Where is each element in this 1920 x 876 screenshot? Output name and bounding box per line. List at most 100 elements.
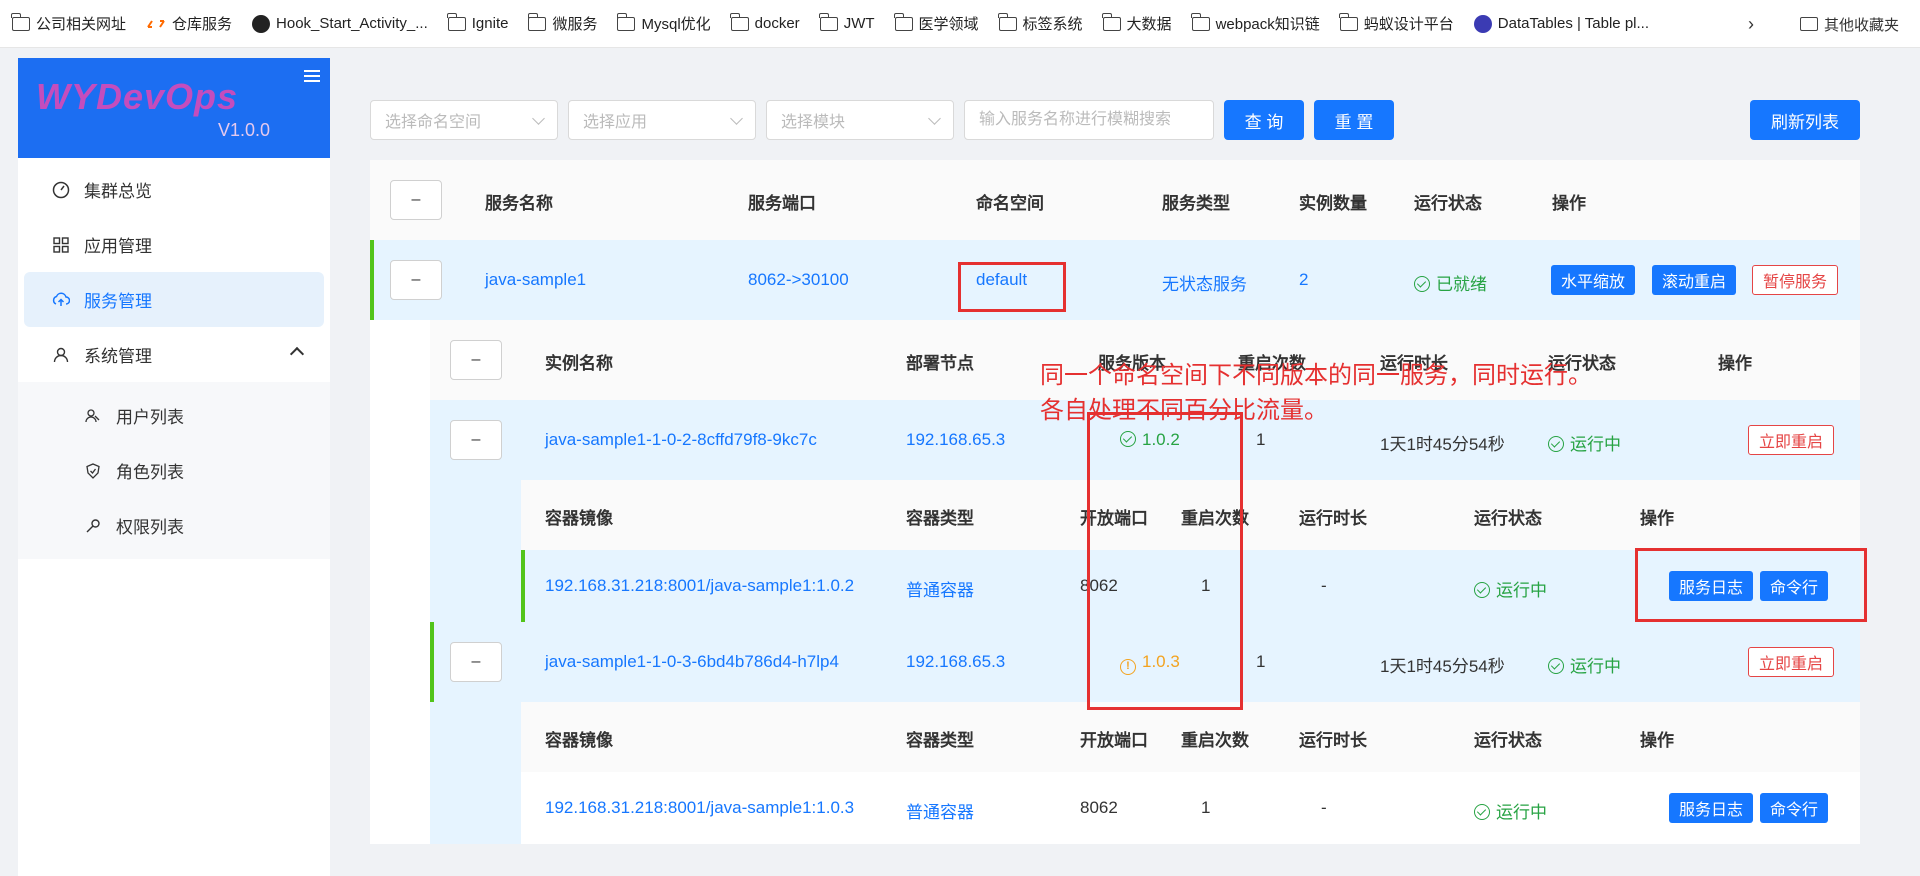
folder-icon <box>11 12 30 31</box>
col-container-status: 运行状态 <box>1474 731 1542 750</box>
col-container-type: 容器类型 <box>906 731 974 750</box>
container-image[interactable]: 192.168.31.218:8001/java-sample1:1.0.2 <box>545 576 854 596</box>
bookmark-company[interactable]: 公司相关网址 <box>11 12 126 34</box>
restart-now-button[interactable]: 立即重启 <box>1748 647 1835 677</box>
status-badge: 运行中 <box>1474 798 1547 823</box>
service-name[interactable]: java-sample1 <box>485 270 586 290</box>
sidebar-item-services[interactable]: 服务管理 <box>24 272 324 327</box>
sidebar-item-users[interactable]: 用户列表 <box>18 388 330 443</box>
table-row: 192.168.31.218:8001/java-sample1:1.0.3 普… <box>521 772 1860 844</box>
annotation-box-namespace <box>958 262 1066 312</box>
service-type: 无状态服务 <box>1162 275 1247 294</box>
sidebar-item-permissions[interactable]: 权限列表 <box>18 498 330 553</box>
instance-name[interactable]: java-sample1-1-0-3-6bd4b786d4-h7lp4 <box>545 652 839 672</box>
chevron-down-icon <box>730 112 743 125</box>
sidebar-item-cluster[interactable]: 集群总览 <box>18 162 330 217</box>
folder-icon <box>730 12 749 31</box>
col-service-port: 服务端口 <box>748 194 816 213</box>
app-select[interactable]: 选择应用 <box>568 100 756 140</box>
sidebar-menu: 集群总览 应用管理 服务管理 系统管理 <box>18 162 330 382</box>
service-instance-count: 2 <box>1299 270 1309 289</box>
check-circle-icon <box>1548 436 1564 452</box>
col-container-actions: 操作 <box>1640 731 1674 750</box>
logo: WYDevOps V1.0.0 <box>18 58 330 158</box>
sidebar-item-system[interactable]: 系统管理 <box>18 327 330 382</box>
col-service-name: 服务名称 <box>485 194 553 213</box>
collapse-service-button[interactable]: – <box>390 260 442 300</box>
bookmark-webpack[interactable]: webpack知识链 <box>1190 12 1320 34</box>
container-restarts: 1 <box>1201 798 1211 817</box>
bookmark-medical[interactable]: 医学领域 <box>893 12 979 34</box>
expand-instances-button[interactable]: – <box>450 340 502 380</box>
status-badge: 已就绪 <box>1414 270 1487 295</box>
bookmark-datatables[interactable]: DataTables | Table pl... <box>1473 14 1649 33</box>
logo-title: WYDevOps <box>36 76 239 117</box>
service-table-header: – 服务名称 服务端口 命名空间 服务类型 实例数量 运行状态 操作 <box>370 160 1860 240</box>
query-button[interactable]: 查 询 <box>1224 100 1304 140</box>
col-image: 容器镜像 <box>545 731 613 750</box>
shield-icon <box>84 462 102 480</box>
menu-collapse-icon[interactable] <box>304 70 320 84</box>
bookmark-docker[interactable]: docker <box>730 12 800 32</box>
col-container-type: 容器类型 <box>906 509 974 528</box>
expand-all-button[interactable]: – <box>390 180 442 220</box>
instance-node: 192.168.65.3 <box>906 430 1006 449</box>
instance-uptime: 1天1时45分54秒 <box>1380 657 1505 676</box>
folder-icon <box>447 12 466 31</box>
row-highlight-bar <box>430 622 434 702</box>
check-circle-icon <box>1548 658 1564 674</box>
cloud-upload-icon <box>52 291 70 309</box>
grid-icon <box>52 236 70 254</box>
col-instance-actions: 操作 <box>1718 354 1752 373</box>
bookmark-hook[interactable]: Hook_Start_Activity_... <box>252 14 428 33</box>
reset-button[interactable]: 重 置 <box>1314 100 1394 140</box>
service-logs-button[interactable]: 服务日志 <box>1669 793 1754 823</box>
rolling-restart-button[interactable]: 滚动重启 <box>1652 265 1737 295</box>
bookmark-microservice[interactable]: 微服务 <box>527 12 597 34</box>
check-circle-icon <box>1474 804 1490 820</box>
container-type: 普通容器 <box>906 581 974 600</box>
sidebar-item-apps[interactable]: 应用管理 <box>18 217 330 272</box>
container-image[interactable]: 192.168.31.218:8001/java-sample1:1.0.3 <box>545 798 854 818</box>
bookmark-antdesign[interactable]: 蚂蚁设计平台 <box>1339 12 1454 34</box>
bookmark-mysql[interactable]: Mysql优化 <box>616 12 711 34</box>
chevron-down-icon <box>928 112 941 125</box>
annotation-text-line2: 各自处理不同百分比流量。 <box>1040 397 1328 424</box>
chevron-down-icon <box>532 112 545 125</box>
collapse-instance-button[interactable]: – <box>450 420 502 460</box>
users-icon <box>84 407 102 425</box>
restart-now-button[interactable]: 立即重启 <box>1748 425 1835 455</box>
stop-service-button[interactable]: 暂停服务 <box>1752 265 1839 295</box>
bookmark-bigdata[interactable]: 大数据 <box>1101 12 1172 34</box>
service-search-input[interactable] <box>964 100 1214 140</box>
bookmark-ignite[interactable]: Ignite <box>447 12 508 32</box>
folder-icon <box>616 12 636 31</box>
col-container-uptime: 运行时长 <box>1299 731 1367 750</box>
folder-icon <box>997 12 1017 31</box>
main-content: 选择命名空间 选择应用 选择模块 查 询 重 置 刷新列表 – 服务名称 服务端… <box>370 100 1860 844</box>
instance-name[interactable]: java-sample1-1-0-2-8cffd79f8-9kc7c <box>545 430 817 450</box>
bookmark-repo[interactable]: 仓库服务 <box>146 13 232 34</box>
collapse-instance-button[interactable]: – <box>450 642 502 682</box>
col-container-status: 运行状态 <box>1474 509 1542 528</box>
sidebar-item-roles[interactable]: 角色列表 <box>18 443 330 498</box>
folder-icon <box>819 12 838 31</box>
refresh-list-button[interactable]: 刷新列表 <box>1750 100 1860 140</box>
bookmark-tags[interactable]: 标签系统 <box>997 12 1083 34</box>
command-line-button[interactable]: 命令行 <box>1760 793 1829 823</box>
check-circle-icon <box>1474 582 1490 598</box>
bookmarks-overflow-chevron-icon[interactable]: › <box>1748 14 1754 35</box>
bookmark-other-folder[interactable]: 其他收藏夹 <box>1800 0 1899 48</box>
instance-uptime: 1天1时45分54秒 <box>1380 435 1505 454</box>
namespace-select[interactable]: 选择命名空间 <box>370 100 558 140</box>
scale-button[interactable]: 水平缩放 <box>1551 265 1636 295</box>
system-submenu: 用户列表 角色列表 权限列表 <box>18 382 330 559</box>
row-highlight-bar <box>521 550 525 622</box>
module-select[interactable]: 选择模块 <box>766 100 954 140</box>
service-port: 8062->30100 <box>748 270 849 289</box>
table-row: – java-sample1 8062->30100 default 无状态服务… <box>370 240 1860 320</box>
col-instance-count: 实例数量 <box>1299 194 1367 213</box>
col-container-restarts: 重启次数 <box>1181 731 1249 750</box>
status-badge: 运行中 <box>1474 576 1547 601</box>
bookmark-jwt[interactable]: JWT <box>819 12 875 32</box>
